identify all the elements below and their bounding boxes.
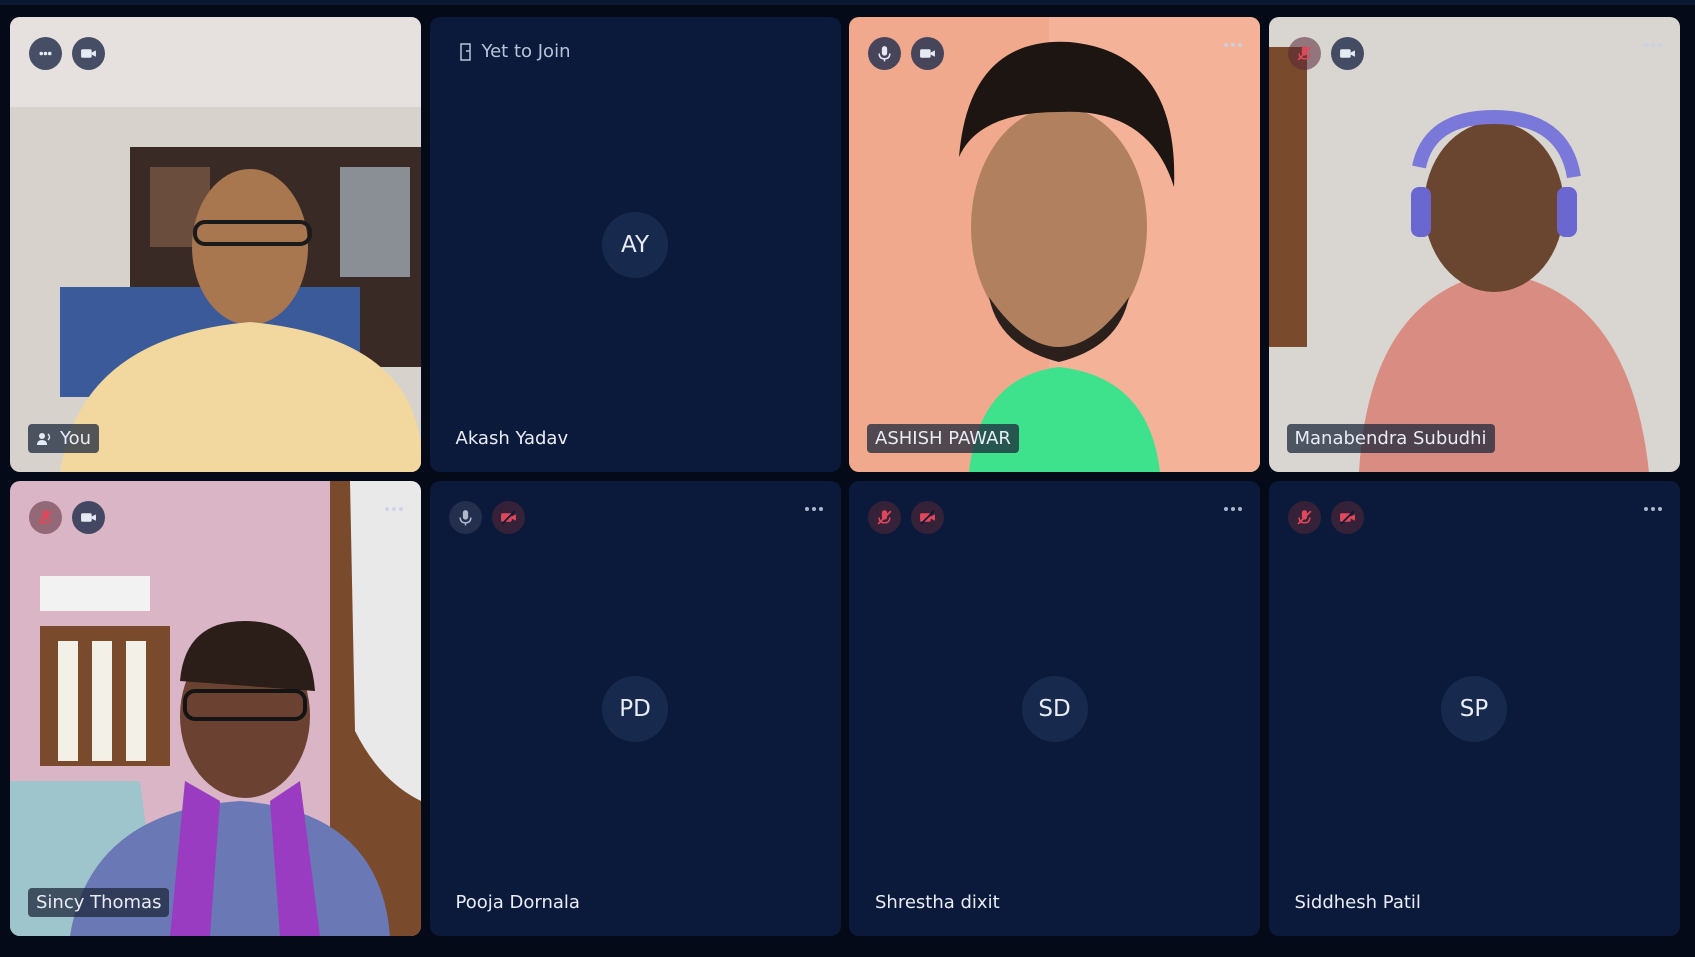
avatar: AY xyxy=(602,211,668,278)
participant-name: Manabendra Subudhi xyxy=(1286,424,1495,453)
avatar: SD xyxy=(1021,675,1088,742)
camera-icon[interactable] xyxy=(72,501,105,534)
participant-name: Sincy Thomas xyxy=(28,888,170,917)
participant-tile-siddhesh-patil[interactable]: SP Siddhesh Patil xyxy=(1268,481,1680,936)
participant-name: Shrestha dixit xyxy=(875,892,1000,913)
participant-tile-pooja-dornala[interactable]: PD Pooja Dornala xyxy=(429,481,841,936)
avatar: PD xyxy=(602,675,668,742)
participant-name: You xyxy=(28,424,100,453)
camera-off-icon[interactable] xyxy=(1330,501,1364,534)
participant-name: Pooja Dornala xyxy=(455,892,580,913)
participant-tile-ashish-pawar[interactable]: ASHISH PAWAR xyxy=(849,17,1260,472)
avatar: SP xyxy=(1441,675,1507,742)
more-options-icon[interactable] xyxy=(804,507,823,511)
audio-level-icon xyxy=(29,37,62,70)
participant-name: Akash Yadav xyxy=(455,428,569,449)
mic-icon[interactable] xyxy=(868,37,901,70)
video-feed xyxy=(10,17,421,472)
participant-tile-akash-yadav[interactable]: Yet to Join AY Akash Yadav xyxy=(429,17,841,472)
participant-name: ASHISH PAWAR xyxy=(867,424,1019,453)
top-bar xyxy=(0,0,1695,5)
mic-icon[interactable] xyxy=(448,501,482,534)
speaking-icon xyxy=(37,432,51,445)
participant-tile-shrestha-dixit[interactable]: SD Shrestha dixit xyxy=(849,481,1260,936)
camera-icon[interactable] xyxy=(72,37,105,70)
mic-muted-icon[interactable] xyxy=(868,501,901,534)
more-options-icon[interactable] xyxy=(1224,43,1242,47)
participant-tile-sincy-thomas[interactable]: Sincy Thomas xyxy=(10,481,421,936)
participant-name: Siddhesh Patil xyxy=(1294,892,1421,913)
camera-off-icon[interactable] xyxy=(911,501,944,534)
mic-muted-icon[interactable] xyxy=(1287,501,1321,534)
participant-tile-you[interactable]: You xyxy=(10,17,421,472)
video-feed xyxy=(1268,17,1680,472)
camera-off-icon[interactable] xyxy=(491,501,525,534)
more-options-icon[interactable] xyxy=(1643,507,1662,511)
mic-muted-icon[interactable] xyxy=(1287,37,1321,70)
camera-icon[interactable] xyxy=(911,37,944,70)
door-icon xyxy=(459,42,471,61)
video-feed xyxy=(849,17,1260,472)
mic-muted-icon[interactable] xyxy=(29,501,62,534)
yet-to-join-status: Yet to Join xyxy=(458,41,570,62)
video-feed xyxy=(10,481,421,936)
participant-grid: You Yet to Join AY Akash Yadav ASHISH PA… xyxy=(10,17,1680,936)
camera-icon[interactable] xyxy=(1330,37,1364,70)
participant-tile-manabendra-subudhi[interactable]: Manabendra Subudhi xyxy=(1268,17,1680,472)
more-options-icon[interactable] xyxy=(1643,43,1662,47)
more-options-icon[interactable] xyxy=(1224,507,1242,511)
more-options-icon[interactable] xyxy=(385,507,403,511)
